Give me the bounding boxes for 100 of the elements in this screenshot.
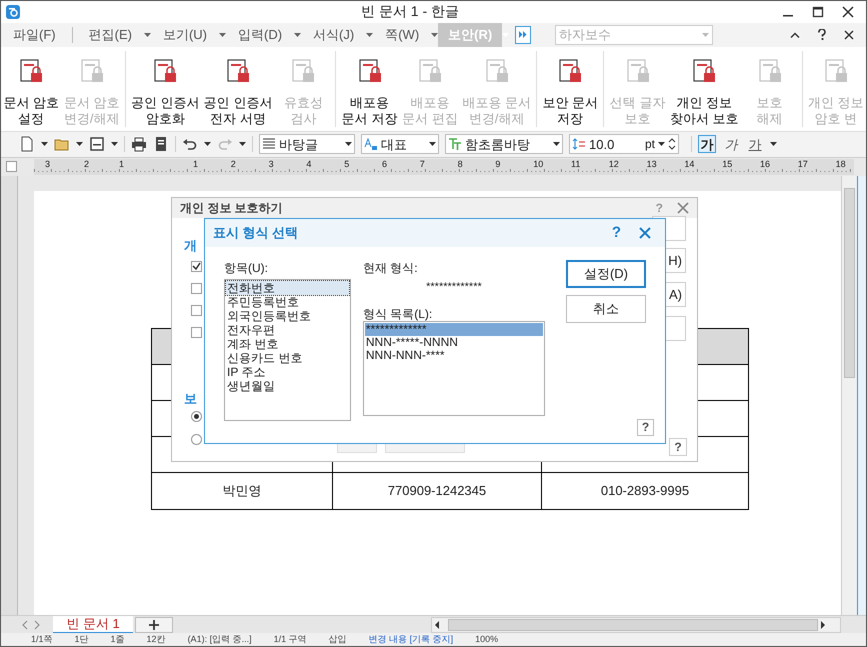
- section-heading: 개: [184, 236, 197, 255]
- button-label: 보호: [624, 110, 651, 127]
- vertical-scrollbar[interactable]: [841, 176, 858, 616]
- ribbon-button[interactable]: 공인 인증서 암호화: [128, 46, 202, 131]
- close-icon[interactable]: [844, 30, 854, 40]
- ribbon-button[interactable]: 공인 인증서 전자 서명: [202, 46, 274, 131]
- menu-tab[interactable]: 보기(U): [150, 22, 219, 47]
- list-item[interactable]: 신용카드 번호: [226, 350, 349, 365]
- menu-tab[interactable]: 쪽(W): [373, 22, 432, 47]
- list-item[interactable]: 주민등록번호: [226, 294, 349, 309]
- caret-icon[interactable]: [219, 32, 226, 37]
- ruler-number: 2: [84, 160, 90, 169]
- undo-icon[interactable]: [182, 136, 198, 152]
- add-tab-button[interactable]: [135, 616, 173, 633]
- ribbon-button[interactable]: 배포용 문서 저장: [339, 46, 400, 131]
- char-style-button[interactable]: 가: [746, 135, 764, 154]
- item-list[interactable]: 전화번호 주민등록번호 외국인등록번호 전자우편 계좌 번호 신용카드 번호 IP 주소 생년월일: [224, 278, 351, 421]
- list-item[interactable]: 외국인등록번호: [226, 308, 349, 323]
- status-text: 1/1 구역: [274, 635, 307, 644]
- ruler-number: 1: [119, 160, 124, 169]
- ruler-corner-button[interactable]: [6, 161, 17, 172]
- help-icon[interactable]: [818, 29, 826, 40]
- dialog-title: 표시 형식 선택: [213, 224, 298, 242]
- button-label: 저장: [557, 110, 584, 127]
- close-icon[interactable]: [842, 6, 854, 18]
- horizontal-scrollbar[interactable]: [431, 616, 841, 633]
- char-style-button[interactable]: 가: [722, 135, 740, 154]
- caret-icon: [553, 142, 560, 146]
- help-button[interactable]: ?: [669, 438, 687, 456]
- list-item[interactable]: NNN-*****-NNNN: [364, 336, 543, 349]
- scrollbar-thumb[interactable]: [844, 188, 856, 378]
- list-item[interactable]: 전자우편: [226, 322, 349, 337]
- document-lock-icon: [18, 58, 44, 85]
- help-button[interactable]: ?: [637, 418, 654, 436]
- menu-tab[interactable]: 편집(E): [76, 22, 144, 47]
- caret-icon: [429, 142, 436, 146]
- char-style-button[interactable]: 가: [698, 135, 716, 154]
- ribbon-button[interactable]: 문서 암호 설정: [1, 46, 62, 131]
- ruler-number: 2: [230, 160, 236, 169]
- caret-icon[interactable]: [76, 142, 83, 146]
- dialog-button[interactable]: 설정(D): [566, 260, 646, 288]
- caret-icon[interactable]: [770, 142, 777, 146]
- ruler-number: 16: [760, 160, 770, 169]
- caret-icon[interactable]: [111, 142, 118, 146]
- list-item[interactable]: IP 주소: [226, 364, 349, 379]
- list-item[interactable]: 생년월일: [226, 378, 349, 393]
- document-lock-icon: [290, 58, 316, 85]
- ruler-number: 7: [420, 160, 425, 169]
- caret-icon[interactable]: [41, 142, 48, 146]
- button-label: 변경/해제: [64, 110, 120, 127]
- radio-button[interactable]: [191, 410, 202, 422]
- caret-icon[interactable]: [144, 32, 151, 37]
- help-button[interactable]: ?: [612, 222, 621, 244]
- dialog-button[interactable]: 취소: [566, 294, 646, 323]
- paragraph-style-dropdown[interactable]: 바탕글: [259, 134, 355, 154]
- button-label: 선택 글자: [610, 94, 666, 111]
- caret-icon[interactable]: [294, 32, 302, 37]
- side-panel-bar[interactable]: [857, 176, 866, 616]
- collapse-ribbon-icon[interactable]: [790, 32, 800, 38]
- font-dropdown[interactable]: 함초롬바탕: [445, 134, 563, 154]
- checkbox[interactable]: [191, 282, 202, 294]
- spinner-icon: [668, 137, 676, 152]
- maximize-icon[interactable]: [812, 6, 824, 18]
- caret-icon[interactable]: [431, 32, 438, 37]
- caret-icon[interactable]: [366, 32, 374, 37]
- list-item[interactable]: 계좌 번호: [226, 336, 349, 351]
- menu-tab[interactable]: 서식(J): [301, 22, 366, 47]
- save-icon[interactable]: [89, 136, 105, 152]
- checkbox[interactable]: [191, 326, 202, 338]
- caret-icon[interactable]: [239, 142, 246, 146]
- ribbon-button[interactable]: 개인 정보 찾아서 보호: [668, 46, 740, 131]
- document-lock-icon: [152, 58, 178, 85]
- language-dropdown[interactable]: 대표: [361, 134, 439, 154]
- button-label: 암호화: [146, 110, 185, 127]
- ruler-number: 4: [306, 160, 312, 169]
- print-icon[interactable]: [131, 136, 147, 152]
- list-item[interactable]: NNN-NNN-****: [364, 348, 543, 362]
- field-label: 항목(U):: [224, 260, 269, 277]
- document-tab[interactable]: 빈 문서 1: [53, 616, 133, 634]
- checkbox[interactable]: [191, 260, 202, 272]
- button-label: 전자 서명: [210, 110, 266, 127]
- new-document-icon[interactable]: [19, 136, 35, 152]
- caret-icon[interactable]: [204, 142, 211, 146]
- format-list[interactable]: ************* NNN-*****-NNNN NNN-NNN-****: [362, 320, 545, 416]
- list-item[interactable]: *************: [364, 322, 543, 336]
- scrollbar-thumb[interactable]: [448, 618, 818, 631]
- menu-tab[interactable]: 입력(D): [226, 22, 294, 47]
- button-label: 문서 편집: [402, 110, 458, 127]
- field-label: 현재 형식:: [362, 260, 419, 277]
- ruler-number: 12: [608, 160, 619, 169]
- checkbox[interactable]: [191, 304, 202, 316]
- ribbon-button[interactable]: 보안 문서 저장: [540, 46, 600, 131]
- expand-button[interactable]: [515, 26, 532, 44]
- list-item[interactable]: 전화번호: [226, 280, 349, 295]
- font-size-field[interactable]: 10.0 pt: [569, 134, 679, 154]
- menu-tab[interactable]: 파일(F): [1, 22, 68, 47]
- caret-icon: [345, 142, 352, 146]
- section-heading: 보: [184, 390, 197, 408]
- preview-icon[interactable]: [153, 136, 169, 152]
- radio-button[interactable]: [191, 434, 202, 445]
